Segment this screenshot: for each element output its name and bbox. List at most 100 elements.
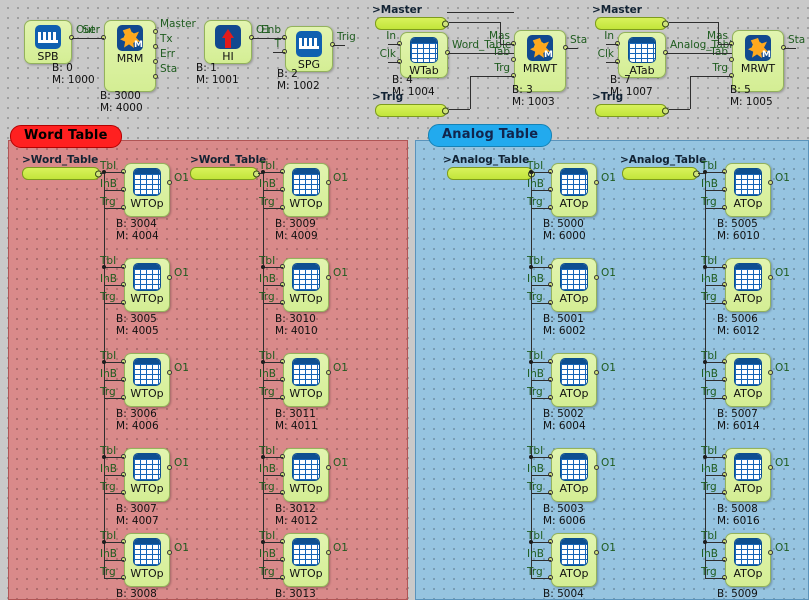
block-atop-3-0[interactable]: ATOp xyxy=(725,163,771,217)
block-spg-3[interactable]: SPG xyxy=(285,26,333,72)
wire xyxy=(666,53,732,54)
output-port-O1[interactable] xyxy=(167,550,172,555)
wire xyxy=(531,190,551,191)
diagram-canvas[interactable]: Word Table Analog Table SPB B: 0 M: 1000 Out M… xyxy=(0,0,809,600)
word-table-op-icon xyxy=(292,168,320,196)
wire xyxy=(669,109,690,110)
wire xyxy=(447,12,514,13)
tag-knob[interactable] xyxy=(442,107,449,114)
block-wtop-1-4[interactable]: WTOp xyxy=(283,533,329,587)
output-port-Err[interactable] xyxy=(153,59,158,64)
output-port-O1[interactable] xyxy=(167,180,172,185)
output-port-O1[interactable] xyxy=(326,370,331,375)
block-atop-3-2[interactable]: ATOp xyxy=(725,353,771,407)
tag-connector-4[interactable] xyxy=(22,167,102,180)
block-wtop-0-1[interactable]: WTOp xyxy=(124,258,170,312)
block-wtop-0-3[interactable]: WTOp xyxy=(124,448,170,502)
input-port-Tab[interactable] xyxy=(729,57,734,62)
block-atop-2-4[interactable]: ATOp xyxy=(551,533,597,587)
block-atop-2-0[interactable]: ATOp xyxy=(551,163,597,217)
port-label-Trg: Trg xyxy=(701,481,717,493)
wire xyxy=(104,493,124,494)
port-label-InB: InB xyxy=(527,273,544,285)
block-wtop-0-4[interactable]: WTOp xyxy=(124,533,170,587)
tag-knob[interactable] xyxy=(662,107,669,114)
port-label-Trg: Trg xyxy=(527,291,543,303)
block-m-value: M: 4011 xyxy=(275,420,318,432)
output-port-O1[interactable] xyxy=(768,550,773,555)
block-atop-2-2[interactable]: ATOp xyxy=(551,353,597,407)
output-port-O1[interactable] xyxy=(326,465,331,470)
output-port-O1[interactable] xyxy=(594,275,599,280)
output-port-O1[interactable] xyxy=(167,465,172,470)
block-atab-6[interactable]: ATab xyxy=(618,32,666,78)
block-atop-2-3[interactable]: ATOp xyxy=(551,448,597,502)
port-label-InB: InB xyxy=(527,368,544,380)
output-port-O1[interactable] xyxy=(768,275,773,280)
output-port-O1[interactable] xyxy=(768,180,773,185)
block-b-value: B: 3012 xyxy=(275,503,316,515)
output-port-O1[interactable] xyxy=(167,275,172,280)
tag-knob[interactable] xyxy=(442,20,449,27)
port-label-InB: InB xyxy=(259,368,276,380)
wire xyxy=(252,38,285,39)
block-wtop-1-2[interactable]: WTOp xyxy=(283,353,329,407)
block-atop-2-1[interactable]: ATOp xyxy=(551,258,597,312)
block-b-value: B: 1 xyxy=(196,62,217,74)
block-b-value: B: 5005 xyxy=(717,218,758,230)
port-label-Trg: Trg xyxy=(259,291,275,303)
group-label-word[interactable]: Word Table xyxy=(10,125,122,148)
output-port-O1[interactable] xyxy=(326,550,331,555)
block-atop-3-1[interactable]: ATOp xyxy=(725,258,771,312)
tag-connector-0[interactable] xyxy=(375,17,449,30)
block-spb-0[interactable]: SPB xyxy=(24,20,72,64)
output-port-O1[interactable] xyxy=(326,275,331,280)
block-wtop-1-0[interactable]: WTOp xyxy=(283,163,329,217)
output-port-O1[interactable] xyxy=(594,370,599,375)
block-name: WTOp xyxy=(289,567,323,580)
group-label-analog[interactable]: Analog Table xyxy=(428,124,553,147)
block-wtop-0-0[interactable]: WTOp xyxy=(124,163,170,217)
output-port-O1[interactable] xyxy=(594,465,599,470)
block-wtab-4[interactable]: WTab xyxy=(400,32,448,78)
port-label-O1: O1 xyxy=(775,362,790,374)
wire xyxy=(705,362,725,363)
output-port-O1[interactable] xyxy=(594,180,599,185)
output-port-Tx[interactable] xyxy=(153,44,158,49)
tag-connector-6[interactable] xyxy=(447,167,535,180)
block-b-value: B: 3 xyxy=(512,84,533,96)
port-label-InB: InB xyxy=(100,463,117,475)
tag-connector-3[interactable] xyxy=(595,104,669,117)
tag-connector-5[interactable] xyxy=(190,167,260,180)
block-atop-3-4[interactable]: ATOp xyxy=(725,533,771,587)
tag-connector-1[interactable] xyxy=(375,104,449,117)
tag-connector-7[interactable] xyxy=(622,167,700,180)
input-port-Tab[interactable] xyxy=(511,57,516,62)
block-name: WTOp xyxy=(130,567,164,580)
output-port-O1[interactable] xyxy=(768,370,773,375)
wire xyxy=(263,398,283,399)
block-mrm-1[interactable]: MRM xyxy=(104,20,156,92)
block-hi-2[interactable]: HI xyxy=(204,20,252,64)
tag-connector-2[interactable] xyxy=(595,17,669,30)
block-name: WTOp xyxy=(289,482,323,495)
block-b-value: B: 5009 xyxy=(717,588,758,600)
output-port-O1[interactable] xyxy=(167,370,172,375)
block-wtop-0-2[interactable]: WTOp xyxy=(124,353,170,407)
output-port-O1[interactable] xyxy=(768,465,773,470)
port-label-O1: O1 xyxy=(333,267,348,279)
block-mrwt-5[interactable]: MRWT xyxy=(514,30,566,92)
output-port-O1[interactable] xyxy=(326,180,331,185)
block-atop-3-3[interactable]: ATOp xyxy=(725,448,771,502)
wire-junction xyxy=(102,360,106,364)
block-wtop-1-3[interactable]: WTOp xyxy=(283,448,329,502)
port-label-InB: InB xyxy=(701,273,718,285)
output-port-O1[interactable] xyxy=(594,550,599,555)
word-table-op-icon xyxy=(133,453,161,481)
block-wtop-1-1[interactable]: WTOp xyxy=(283,258,329,312)
wire xyxy=(531,542,551,543)
output-port-Sta[interactable] xyxy=(153,74,158,79)
tag-knob[interactable] xyxy=(662,20,669,27)
output-port-Master[interactable] xyxy=(153,29,158,34)
block-mrwt-7[interactable]: MRWT xyxy=(732,30,784,92)
